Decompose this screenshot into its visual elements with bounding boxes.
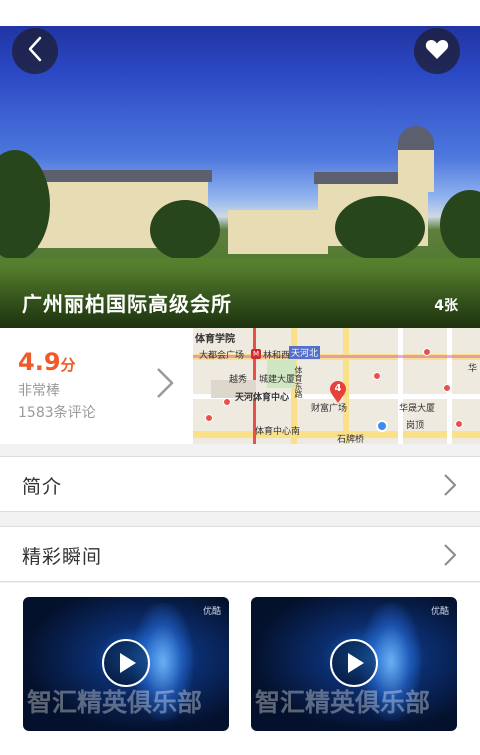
moments-label: 精彩瞬间 xyxy=(22,546,103,568)
favorite-button[interactable] xyxy=(414,28,460,74)
intro-row[interactable]: 简介 xyxy=(0,456,480,512)
video-brand: 优酷 xyxy=(202,607,221,617)
rating-score: 4.9分 xyxy=(18,348,76,376)
map-label: 大都会广场 xyxy=(199,351,245,361)
back-button[interactable] xyxy=(12,28,58,74)
video-thumbnail[interactable]: 优酷 智汇精英俱乐部 xyxy=(251,597,457,731)
review-count: 1583条评论 xyxy=(18,405,96,421)
map-poi xyxy=(443,384,451,392)
tree-far-right xyxy=(440,190,480,260)
map-label: 岗顶 xyxy=(406,421,425,431)
metro-icon: M xyxy=(251,349,261,359)
play-icon xyxy=(348,653,364,673)
map-label: 林和西 xyxy=(263,351,291,361)
heart-icon xyxy=(425,38,449,64)
rating-section[interactable]: 4.9分 非常棒 1583条评论 体育学院 大都会广场 M 林和西 天河北 越秀 xyxy=(0,328,480,444)
map-label: 天河北 xyxy=(289,346,321,359)
map-road xyxy=(398,328,403,444)
map-poi xyxy=(455,420,463,428)
top-strip xyxy=(0,0,480,26)
current-location-icon xyxy=(376,420,388,432)
play-button[interactable] xyxy=(330,639,378,687)
building-center xyxy=(228,210,328,254)
map-label: 体育中心南 xyxy=(255,427,301,437)
tower xyxy=(398,148,434,192)
chevron-right-icon xyxy=(442,543,458,571)
tree-right xyxy=(335,196,425,260)
map-poi xyxy=(373,372,381,380)
chevron-left-icon xyxy=(25,35,45,67)
map-label: 体育东路 xyxy=(294,366,303,398)
chevron-right-icon[interactable] xyxy=(154,366,176,404)
video-thumbnail[interactable]: 优酷 智汇精英俱乐部 xyxy=(23,597,229,731)
map-label: 体育学院 xyxy=(195,334,235,345)
map-label: 华 xyxy=(468,364,478,374)
moments-row[interactable]: 精彩瞬间 xyxy=(0,526,480,582)
map-label: 天河体育中心 xyxy=(235,393,290,403)
hero-photo[interactable]: 广州丽柏国际高级会所 4张 xyxy=(0,0,480,328)
tree-mid xyxy=(150,200,220,260)
map-label: 越秀 xyxy=(229,375,248,385)
venue-name: 广州丽柏国际高级会所 xyxy=(22,292,232,316)
map-poi xyxy=(205,414,213,422)
rating-label: 非常棒 xyxy=(18,383,60,399)
map-label: 华晟大厦 xyxy=(399,404,436,414)
play-button[interactable] xyxy=(102,639,150,687)
video-brand: 优酷 xyxy=(430,607,449,617)
pin-number: 4 xyxy=(334,383,342,394)
map-poi xyxy=(423,348,431,356)
building-roof-left xyxy=(34,170,212,182)
play-icon xyxy=(120,653,136,673)
video-list: 优酷 智汇精英俱乐部 优酷 智汇精英俱乐部 xyxy=(0,583,480,755)
map-poi xyxy=(223,398,231,406)
intro-label: 简介 xyxy=(22,476,63,498)
photo-count[interactable]: 4张 xyxy=(434,295,458,315)
location-map[interactable]: 体育学院 大都会广场 M 林和西 天河北 越秀 城建大厦 体育东路 天河体育中心… xyxy=(193,328,480,444)
video-watermark: 智汇精英俱乐部 xyxy=(255,688,431,717)
score-value: 4.9 xyxy=(18,348,61,376)
map-label: 城建大厦 xyxy=(259,375,296,385)
map-label: 石牌桥 xyxy=(337,435,365,444)
score-unit: 分 xyxy=(60,356,76,374)
video-watermark: 智汇精英俱乐部 xyxy=(27,688,203,717)
venue-detail-page: 广州丽柏国际高级会所 4张 4.9分 非常棒 1583条评论 体育学院 大都会广… xyxy=(0,0,480,755)
tower-roof xyxy=(398,126,434,150)
chevron-right-icon xyxy=(442,473,458,501)
location-pin-icon: 4 xyxy=(329,380,347,408)
